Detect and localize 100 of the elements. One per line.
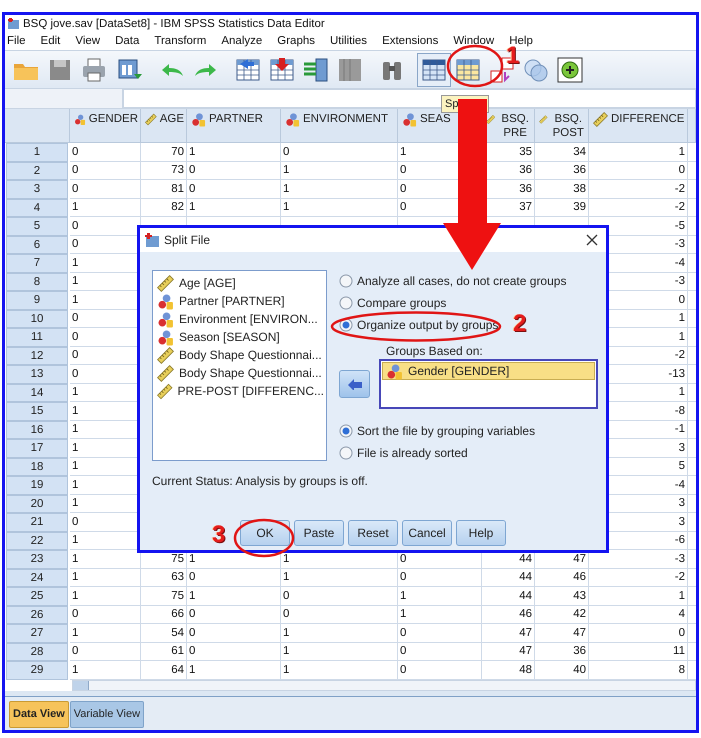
table-cell: 1 [281,198,398,217]
radio-label[interactable]: Sort the file by grouping variables [357,424,536,438]
row-number[interactable]: 17 [6,439,68,458]
table-cell: 1 [398,606,482,624]
variable-item[interactable]: Body Shape Questionnai... [179,348,322,362]
row-number[interactable]: 29 [6,661,68,680]
variable-item[interactable]: Season [SEASON] [179,330,280,344]
row-number[interactable]: 7 [6,254,68,272]
status-text: Current Status: Analysis by groups is off. [151,473,369,488]
menu-item[interactable]: Utilities [328,35,374,47]
row-number[interactable]: 2 [6,162,68,180]
row-number[interactable]: 27 [6,624,68,642]
printer-icon[interactable] [80,56,108,84]
row-number[interactable]: 22 [6,532,68,550]
radio-button[interactable] [339,424,353,438]
table-cell: 1 [589,587,688,606]
cell-editor-field[interactable] [123,89,696,108]
ruler-icon [486,112,496,127]
table-cell: 0 [187,162,281,180]
radio-label[interactable]: File is already sorted [357,446,468,460]
radio-label[interactable]: Compare groups [357,296,446,310]
table-cell: 1 [187,143,281,162]
add-icon[interactable] [556,56,584,84]
menu-item[interactable]: Transform [152,35,212,47]
menu-item[interactable]: Graphs [275,35,321,47]
row-number[interactable]: 6 [6,236,68,254]
variable-item[interactable]: Body Shape Questionnai... [179,366,322,380]
menu-item[interactable]: Edit [38,35,66,47]
variable-item[interactable]: Age [AGE] [179,276,236,290]
table-cell: 38 [535,180,589,198]
highlight-circle [446,44,504,88]
dialog-button[interactable]: OK [240,520,290,546]
menu-item[interactable]: Analyze [219,35,268,47]
scroll-thumb[interactable] [73,680,89,690]
radio-button[interactable] [339,296,353,310]
groups-label: Groups Based on: [386,344,484,358]
close-button[interactable] [584,232,600,248]
table-cell: 0 [187,642,281,661]
row-number[interactable]: 5 [6,217,68,236]
row-number[interactable]: 11 [6,328,68,346]
view-tab[interactable]: Data View [9,700,69,728]
column-header[interactable]: BSQ. POST [535,109,589,143]
move-button[interactable] [339,370,370,398]
row-number[interactable]: 20 [6,494,68,513]
table-cell: 81 [141,180,187,198]
table-cell: 44 [482,568,535,587]
column-header[interactable]: ENVIRONMENT [281,109,398,143]
table-cell: -2 [589,198,688,217]
table-cell: 0 [589,162,688,180]
menu-item[interactable]: Window [451,35,500,47]
row-number[interactable]: 1 [6,143,68,162]
table-cell: 1 [70,624,141,642]
row-number[interactable]: 9 [6,291,68,310]
row-number[interactable]: 21 [6,513,68,532]
step-number: 3 [212,523,226,547]
variable-item[interactable]: PRE-POST [DIFFERENC... [178,384,324,398]
row-number[interactable]: 4 [6,198,68,217]
row-number[interactable]: 13 [6,365,68,384]
dialog-button[interactable]: Help [456,520,506,546]
dialog-button[interactable]: Paste [294,520,344,546]
row-number[interactable]: 15 [6,402,68,420]
horizontal-scrollbar[interactable] [72,680,696,690]
row-number[interactable]: 16 [6,420,68,439]
variables-icon[interactable] [302,56,330,84]
column-header[interactable]: AGE [141,109,187,143]
dialog-button[interactable]: Reset [348,520,398,546]
table-cell: 42 [535,606,589,624]
column-header[interactable]: DIFFERENCE [589,109,688,143]
table-cell: 0 [281,143,398,162]
radio-label[interactable]: Analyze all cases, do not create groups [357,274,566,288]
view-tab[interactable]: Variable View [70,700,144,728]
row-number[interactable]: 28 [6,642,68,661]
window-title: BSQ jove.sav [DataSet8] - IBM SPSS Statistics Data Editor [23,18,325,30]
row-number[interactable]: 24 [6,568,68,587]
row-number[interactable]: 19 [6,476,68,494]
row-number[interactable]: 10 [6,310,68,328]
close-icon [586,234,598,246]
row-number[interactable]: 26 [6,606,68,624]
dialog-button[interactable]: Cancel [402,520,452,546]
row-number[interactable]: 18 [6,458,68,476]
go-to-variable-icon[interactable] [268,56,296,84]
menu-item[interactable]: Data [113,35,146,47]
column-header[interactable]: GENDER [70,109,141,143]
table-cell: 54 [141,624,187,642]
row-number[interactable]: 23 [6,550,68,568]
radio-button[interactable] [339,274,353,288]
row-number[interactable]: 14 [6,384,68,402]
row-number[interactable]: 12 [6,346,68,365]
menu-item[interactable]: View [73,35,106,47]
variable-item[interactable]: Environment [ENVIRON... [179,312,318,326]
variable-item[interactable]: Partner [PARTNER] [179,294,285,308]
menu-item[interactable]: Extensions [380,35,444,47]
row-number[interactable]: 3 [6,180,68,198]
radio-button[interactable] [339,446,353,460]
menu-item[interactable]: Help [507,35,539,47]
row-number[interactable]: 25 [6,587,68,606]
row-number[interactable]: 8 [6,272,68,291]
group-item[interactable]: Gender [GENDER] [382,362,595,380]
column-header[interactable]: PARTNER [187,109,281,143]
menu-item[interactable]: File [5,35,32,47]
